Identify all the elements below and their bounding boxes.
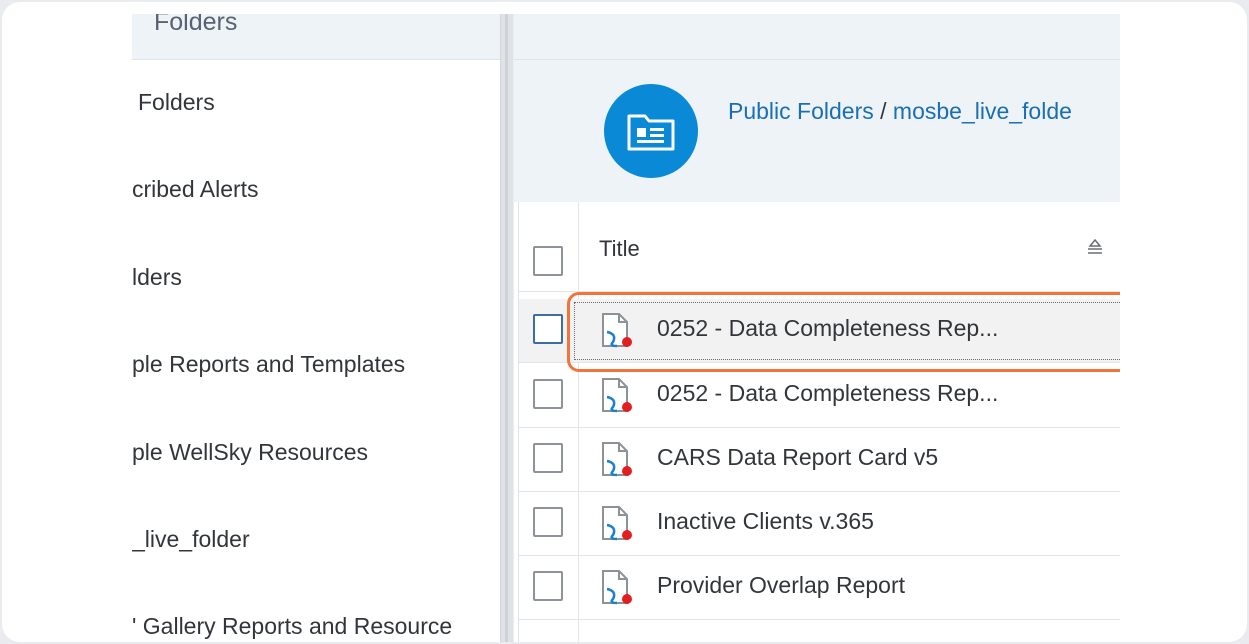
documents-table: Title 0252 - Data Completeness Rep... 02…: [518, 202, 1120, 642]
row-checkbox[interactable]: [533, 379, 563, 409]
table-row[interactable]: Inactive Clients v.365: [519, 492, 1120, 556]
nav-item-subscribed-alerts[interactable]: cribed Alerts: [132, 171, 259, 207]
nav-item-live-folder[interactable]: _live_folder: [132, 521, 250, 557]
table-row[interactable]: Provider Overlap Report: [519, 556, 1120, 620]
row-checkbox[interactable]: [533, 314, 563, 344]
bi-launchpad-viewport: Folders Folders cribed Alerts lders ple …: [132, 14, 1120, 642]
selected-row-highlight: [567, 292, 1120, 372]
webi-document-icon: [599, 377, 635, 420]
nav-item-label: ' Gallery Reports and Resource: [132, 613, 453, 639]
nav-item-folders[interactable]: Folders: [138, 84, 215, 120]
select-all-checkbox[interactable]: [533, 246, 563, 276]
screenshot-frame: Folders Folders cribed Alerts lders ple …: [2, 2, 1247, 642]
splitter-grip: [505, 14, 508, 642]
folders-nav-header-label: Folders: [154, 14, 238, 36]
row-checkbox[interactable]: [533, 507, 563, 537]
row-checkbox[interactable]: [533, 443, 563, 473]
nav-item-sample-reports[interactable]: ple Reports and Templates: [132, 346, 405, 382]
folders-nav-panel: Folders Folders cribed Alerts lders ple …: [132, 14, 500, 642]
table-row[interactable]: 0252 - Data Completeness Rep...: [519, 364, 1120, 428]
document-title[interactable]: Provider Overlap Report: [657, 572, 905, 599]
row-checkbox[interactable]: [533, 571, 563, 601]
folder-card-icon: [604, 84, 698, 178]
breadcrumb-root-link[interactable]: Public Folders: [728, 98, 874, 124]
nav-item-label: _live_folder: [132, 526, 250, 552]
webi-document-icon: [599, 441, 635, 484]
sort-icon[interactable]: [1085, 238, 1105, 261]
nav-item-folders-2[interactable]: lders: [132, 259, 182, 295]
breadcrumb-separator: /: [880, 98, 893, 124]
nav-item-label: ple WellSky Resources: [132, 439, 369, 465]
webi-document-icon: [599, 505, 635, 548]
folders-nav-header: Folders: [132, 14, 500, 60]
webi-document-icon: [599, 569, 635, 612]
document-title[interactable]: 0252 - Data Completeness Rep...: [657, 380, 998, 407]
nav-item-label: ple Reports and Templates: [132, 351, 406, 377]
document-title[interactable]: Inactive Clients v.365: [657, 508, 874, 535]
folder-header: Public Folders / mosbe_live_folde: [514, 60, 1120, 202]
document-title[interactable]: CARS Data Report Card v5: [657, 444, 938, 471]
column-header-title[interactable]: Title: [599, 236, 640, 262]
nav-item-wellsky-resources[interactable]: ple WellSky Resources: [132, 434, 368, 470]
breadcrumb-current-link[interactable]: mosbe_live_folde: [893, 98, 1072, 124]
nav-item-label: lders: [132, 264, 182, 290]
nav-item-label: cribed Alerts: [132, 176, 259, 202]
content-top-strip: [514, 14, 1120, 60]
table-header: Title: [519, 202, 1120, 292]
panel-splitter[interactable]: [500, 14, 514, 642]
breadcrumb: Public Folders / mosbe_live_folde: [728, 98, 1072, 125]
nav-item-gallery-reports[interactable]: ' Gallery Reports and Resource: [132, 608, 452, 642]
table-row[interactable]: CARS Data Report Card v5: [519, 428, 1120, 492]
nav-item-label: Folders: [138, 89, 215, 115]
folder-content-panel: Public Folders / mosbe_live_folde Title: [514, 14, 1120, 642]
